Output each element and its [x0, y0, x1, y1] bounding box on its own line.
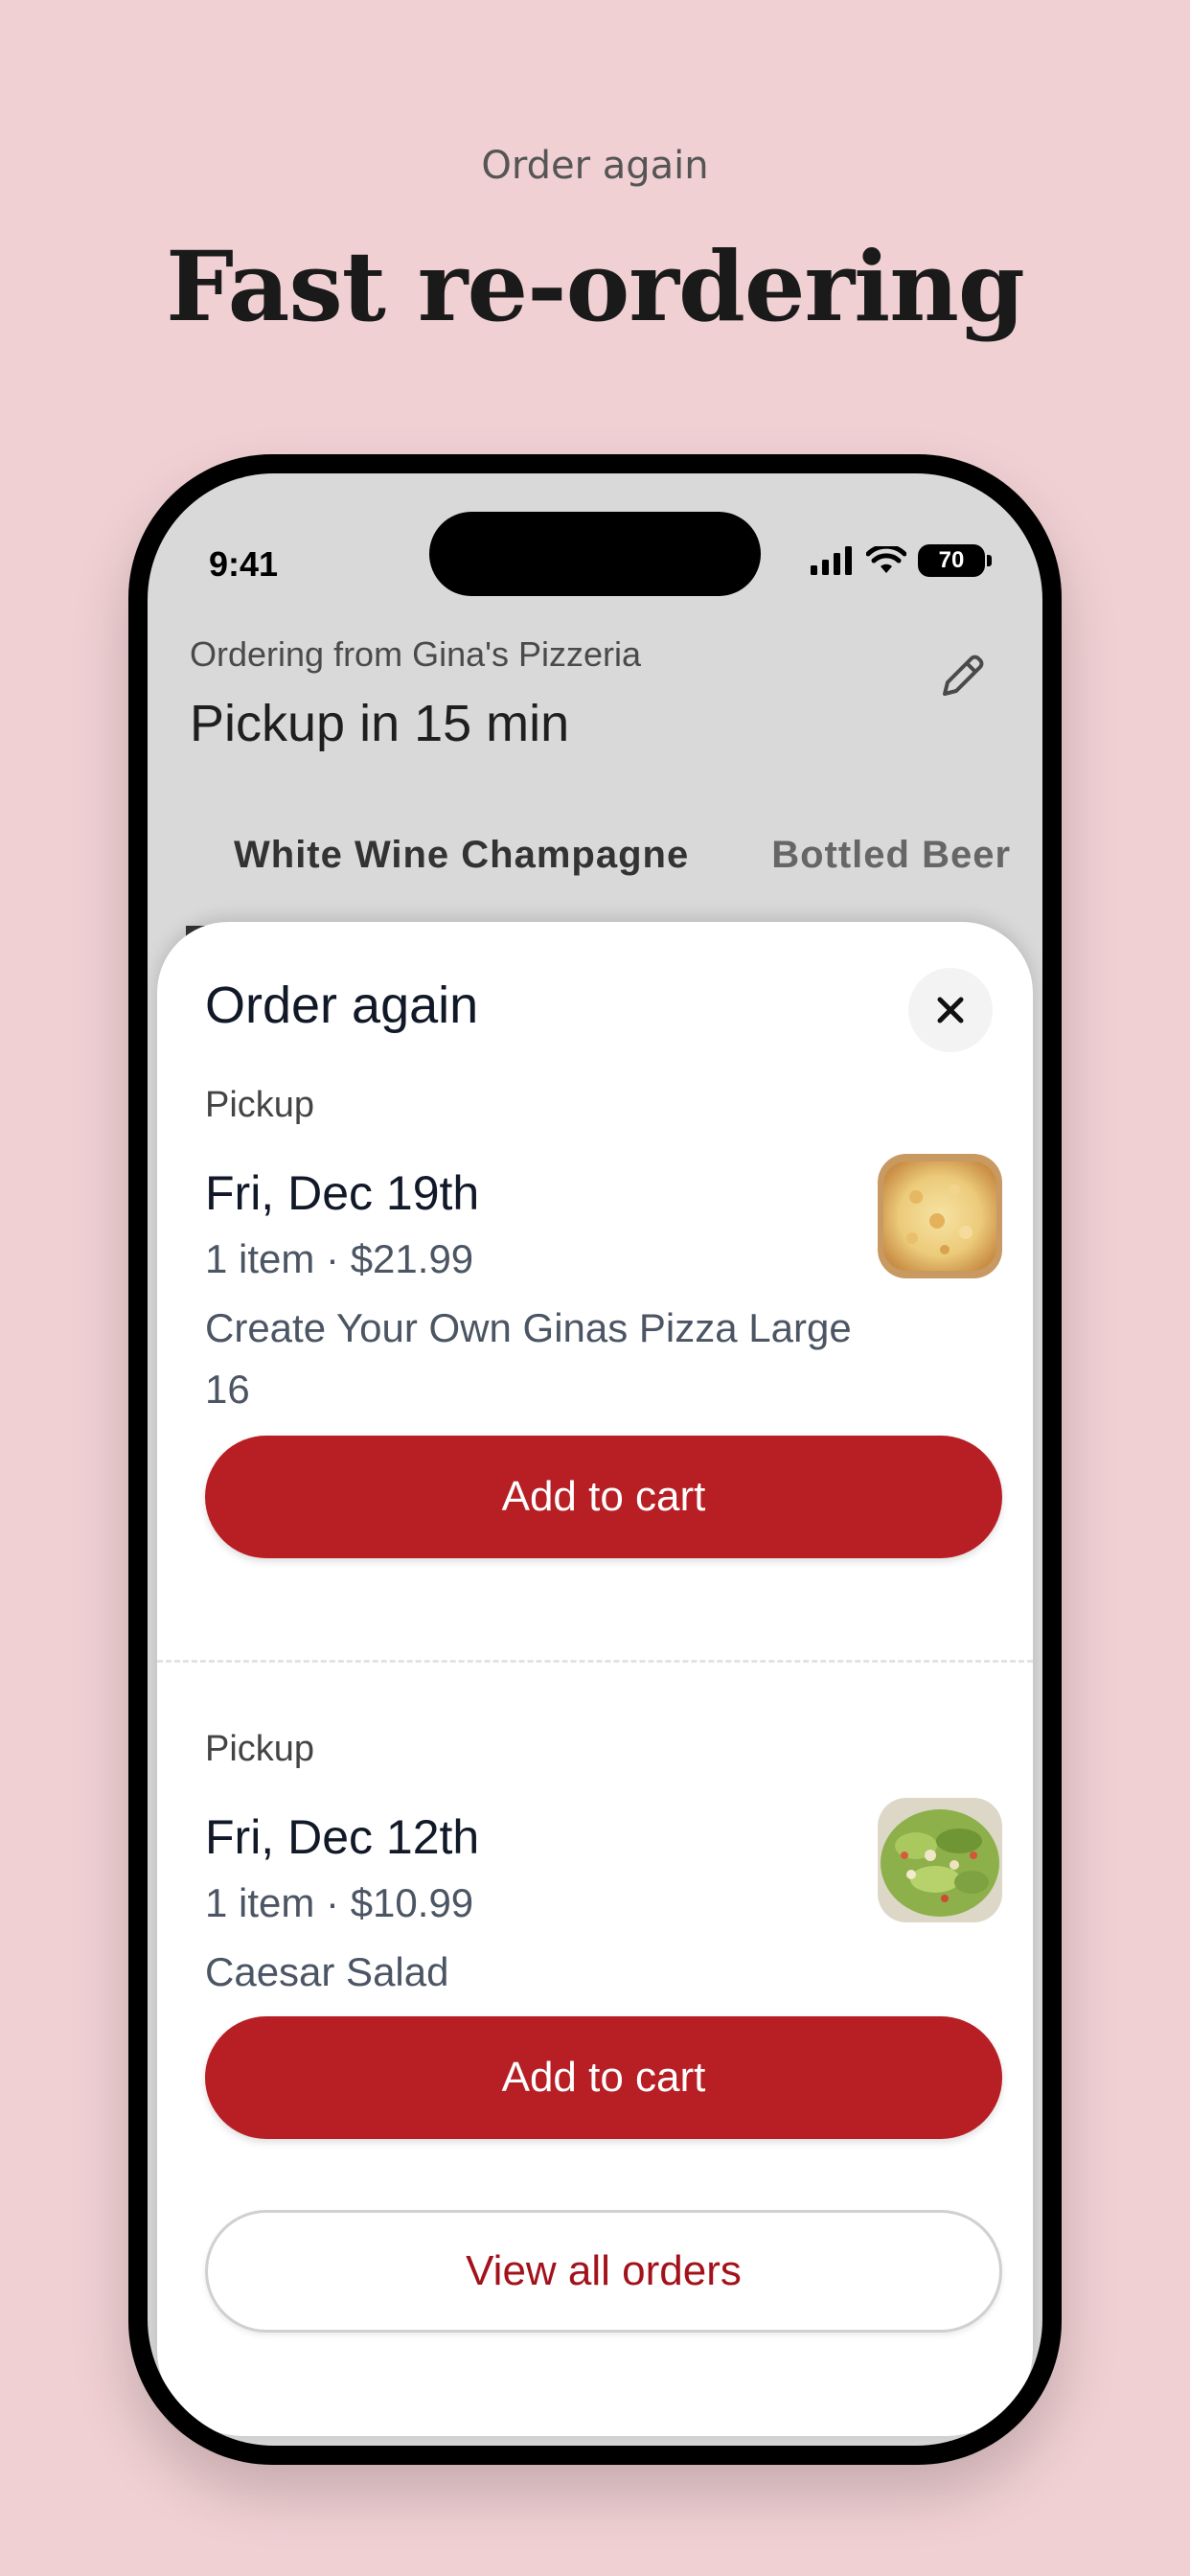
order-date: Fri, Dec 12th [205, 1810, 480, 1864]
close-button[interactable] [908, 968, 993, 1052]
order-date: Fri, Dec 19th [205, 1166, 480, 1220]
status-icons: 70 [809, 544, 992, 577]
pencil-icon[interactable] [931, 646, 993, 707]
add-to-cart-button[interactable]: Add to cart [205, 1436, 1002, 1558]
status-time: 9:41 [209, 544, 279, 584]
ordering-from-label: Ordering from Gina's Pizzeria [190, 634, 642, 674]
pickup-time[interactable]: Pickup in 15 min [190, 694, 569, 753]
order-items: Caesar Salad [205, 1949, 449, 1994]
tab-bottled-beer[interactable]: Bottled Beer [771, 834, 1011, 877]
order-items: Create Your Own Ginas Pizza Large 16 [205, 1305, 852, 1412]
phone-frame: 9:41 70 Ordering from Gina's Pizzeria Pi… [128, 454, 1062, 2465]
phone-screen: 9:41 70 Ordering from Gina's Pizzeria Pi… [148, 473, 1042, 2446]
order-card: Pickup Fri, Dec 19th 1 item · $21.99 Cre… [205, 1085, 1002, 1622]
salad-image [878, 1798, 1002, 1922]
promo-headline: Fast re-ordering [166, 230, 1025, 343]
divider [157, 1660, 1033, 1663]
pizza-image [878, 1154, 1002, 1278]
order-type: Pickup [205, 1729, 315, 1769]
promo-eyebrow: Order again [481, 144, 709, 188]
wifi-icon [866, 546, 906, 573]
signal-icon [811, 546, 852, 575]
order-type: Pickup [205, 1085, 315, 1125]
view-all-orders-button[interactable]: View all orders [205, 2210, 1002, 2333]
sheet-title: Order again [205, 977, 479, 1034]
battery-icon: 70 [918, 544, 992, 577]
order-card: Pickup Fri, Dec 12th 1 item · $10.99 Cae… [205, 1729, 1002, 2170]
category-tabs: White Wine Champagne Bottled Beer [234, 834, 1011, 877]
order-again-sheet: Order again Pickup Fri, Dec 19th 1 item … [157, 922, 1033, 2436]
order-meta: 1 item · $10.99 [205, 1880, 474, 1925]
dynamic-island [429, 512, 761, 596]
add-to-cart-button[interactable]: Add to cart [205, 2016, 1002, 2139]
tab-white-wine-champagne[interactable]: White Wine Champagne [234, 834, 689, 877]
order-meta: 1 item · $21.99 [205, 1236, 474, 1281]
close-icon [937, 997, 964, 1024]
